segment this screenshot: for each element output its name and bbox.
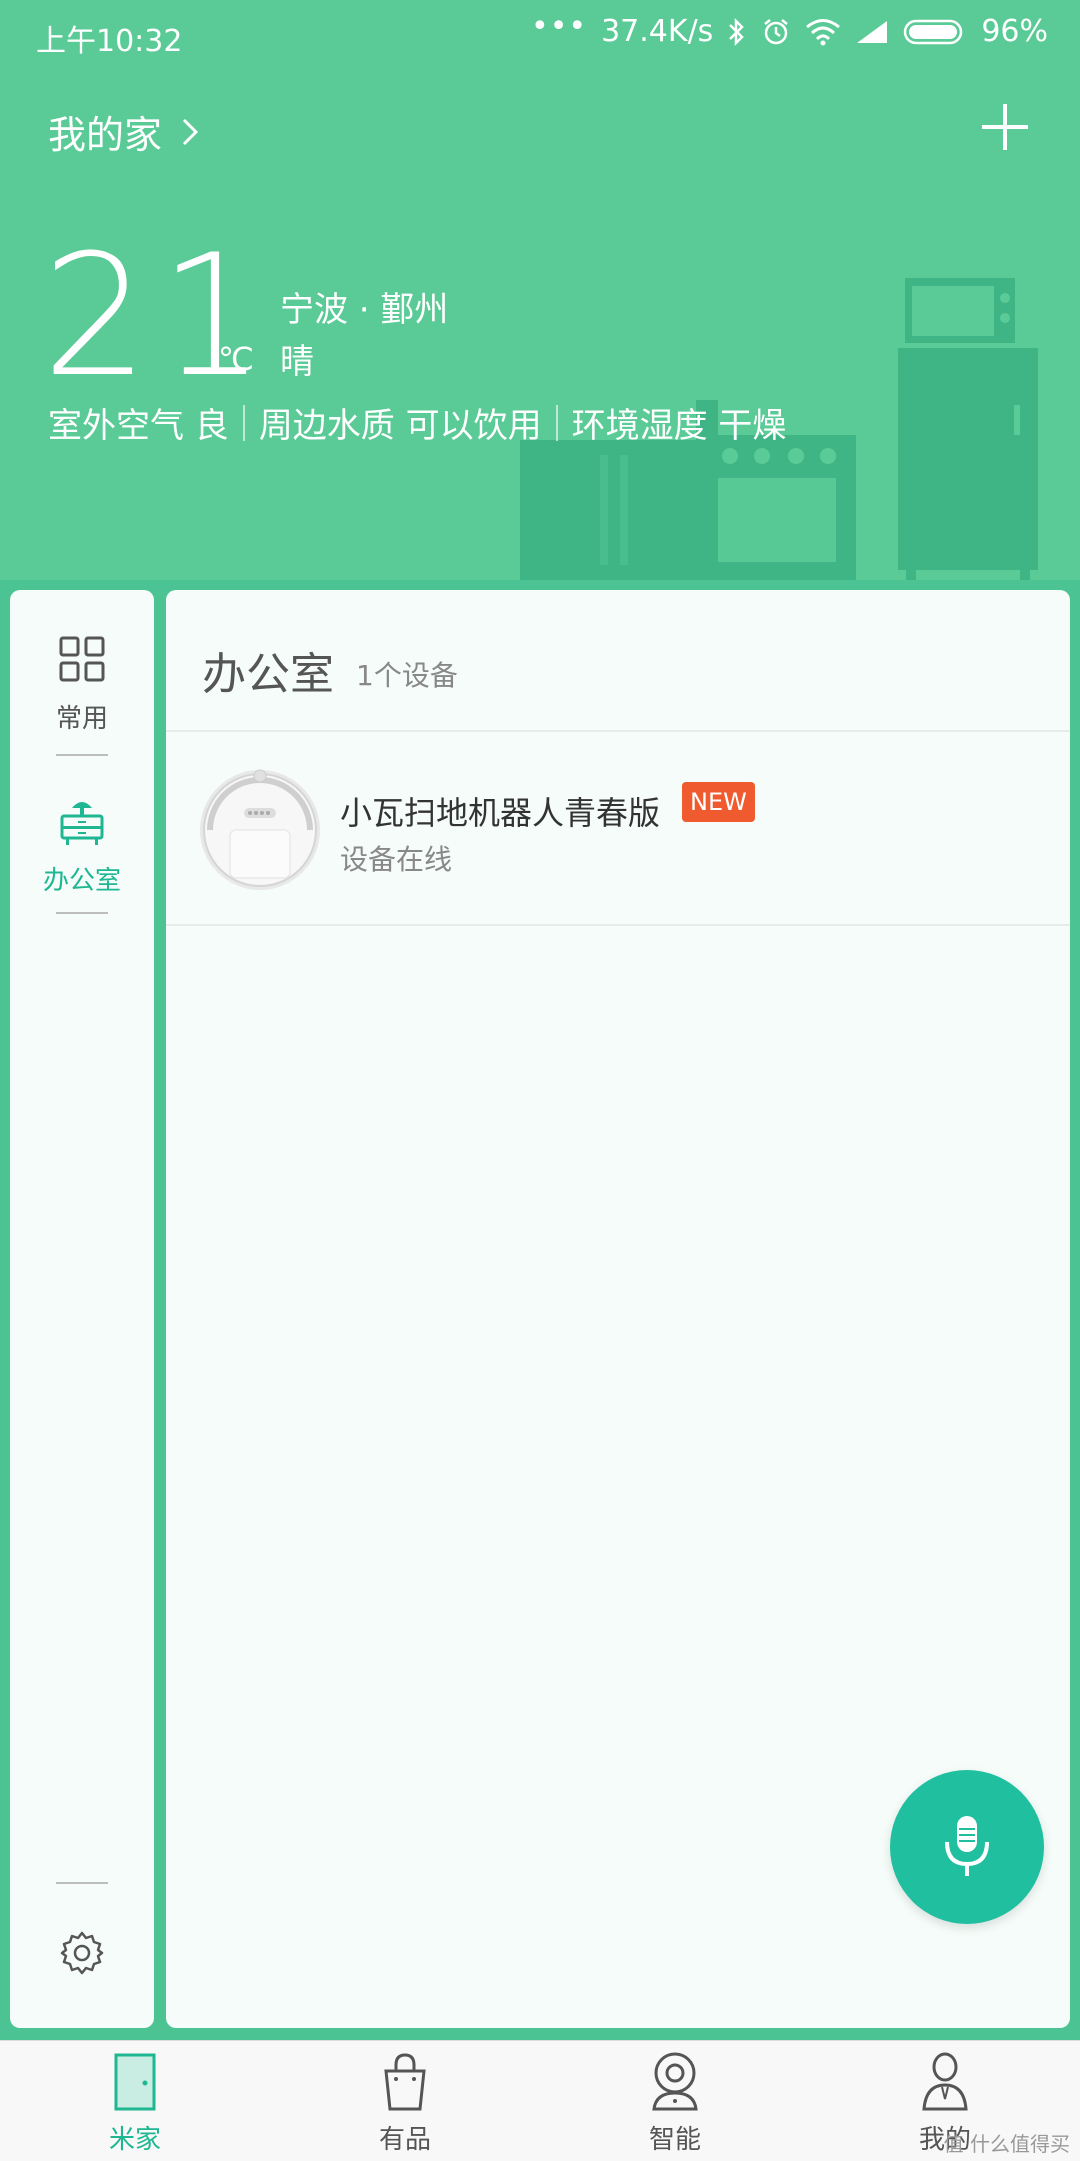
sidebar-item-label: 办公室: [42, 866, 121, 896]
shopping-bag-icon: [384, 2053, 426, 2111]
tab-label: 米家: [108, 2125, 161, 2155]
device-status: 设备在线: [340, 843, 453, 876]
device-name: 小瓦扫地机器人青春版: [340, 794, 661, 832]
tab-mijia[interactable]: 米家: [75, 2051, 195, 2156]
voice-assistant-button[interactable]: [890, 1770, 1044, 1924]
office-desk-icon: [60, 802, 104, 845]
grid-icon: [59, 636, 105, 682]
bottom-tab-bar: 米家 有品 智能 我的: [0, 2040, 1080, 2161]
person-icon: [922, 2052, 968, 2111]
divider: [166, 924, 1070, 926]
camera-icon: [652, 2052, 698, 2111]
robot-vacuum-image: [200, 769, 320, 890]
divider: [56, 754, 108, 756]
tab-label: 智能: [648, 2125, 701, 2155]
tab-smart[interactable]: 智能: [615, 2051, 735, 2156]
sidebar-item-common[interactable]: 常用: [10, 634, 154, 735]
watermark: 值 什么值得买: [943, 2132, 1070, 2156]
header: 上午10:32 ••• 37.4K/s 96% 我的家 21 ℃ 宁波 · 鄞州…: [0, 0, 1080, 580]
divider: [56, 1882, 108, 1884]
gear-icon: [60, 1931, 104, 1975]
environment-info: 室外空气 良 周边水质 可以饮用 环境湿度 干燥: [48, 398, 786, 447]
new-badge: NEW: [682, 782, 755, 822]
water-quality: 周边水质 可以饮用: [258, 406, 542, 446]
tab-label: 有品: [378, 2125, 431, 2155]
tab-youpin[interactable]: 有品: [345, 2051, 465, 2156]
divider: [242, 404, 245, 441]
divider: [56, 912, 108, 914]
microphone-icon: [945, 1816, 989, 1876]
air-quality: 室外空气 良: [48, 406, 229, 446]
device-count: 1个设备: [356, 659, 458, 692]
device-card[interactable]: 小瓦扫地机器人青春版 NEW 设备在线: [166, 732, 1070, 924]
humidity: 环境湿度 干燥: [571, 406, 787, 446]
door-icon: [114, 2053, 156, 2111]
sidebar-item-label: 常用: [55, 704, 108, 734]
room-sidebar: 常用 办公室: [10, 590, 154, 2028]
appliances-illustration: [520, 278, 1038, 580]
room-title: 办公室: [202, 649, 334, 700]
settings-button[interactable]: [10, 1930, 154, 1980]
sidebar-item-office[interactable]: 办公室: [10, 794, 154, 897]
divider: [555, 404, 558, 441]
